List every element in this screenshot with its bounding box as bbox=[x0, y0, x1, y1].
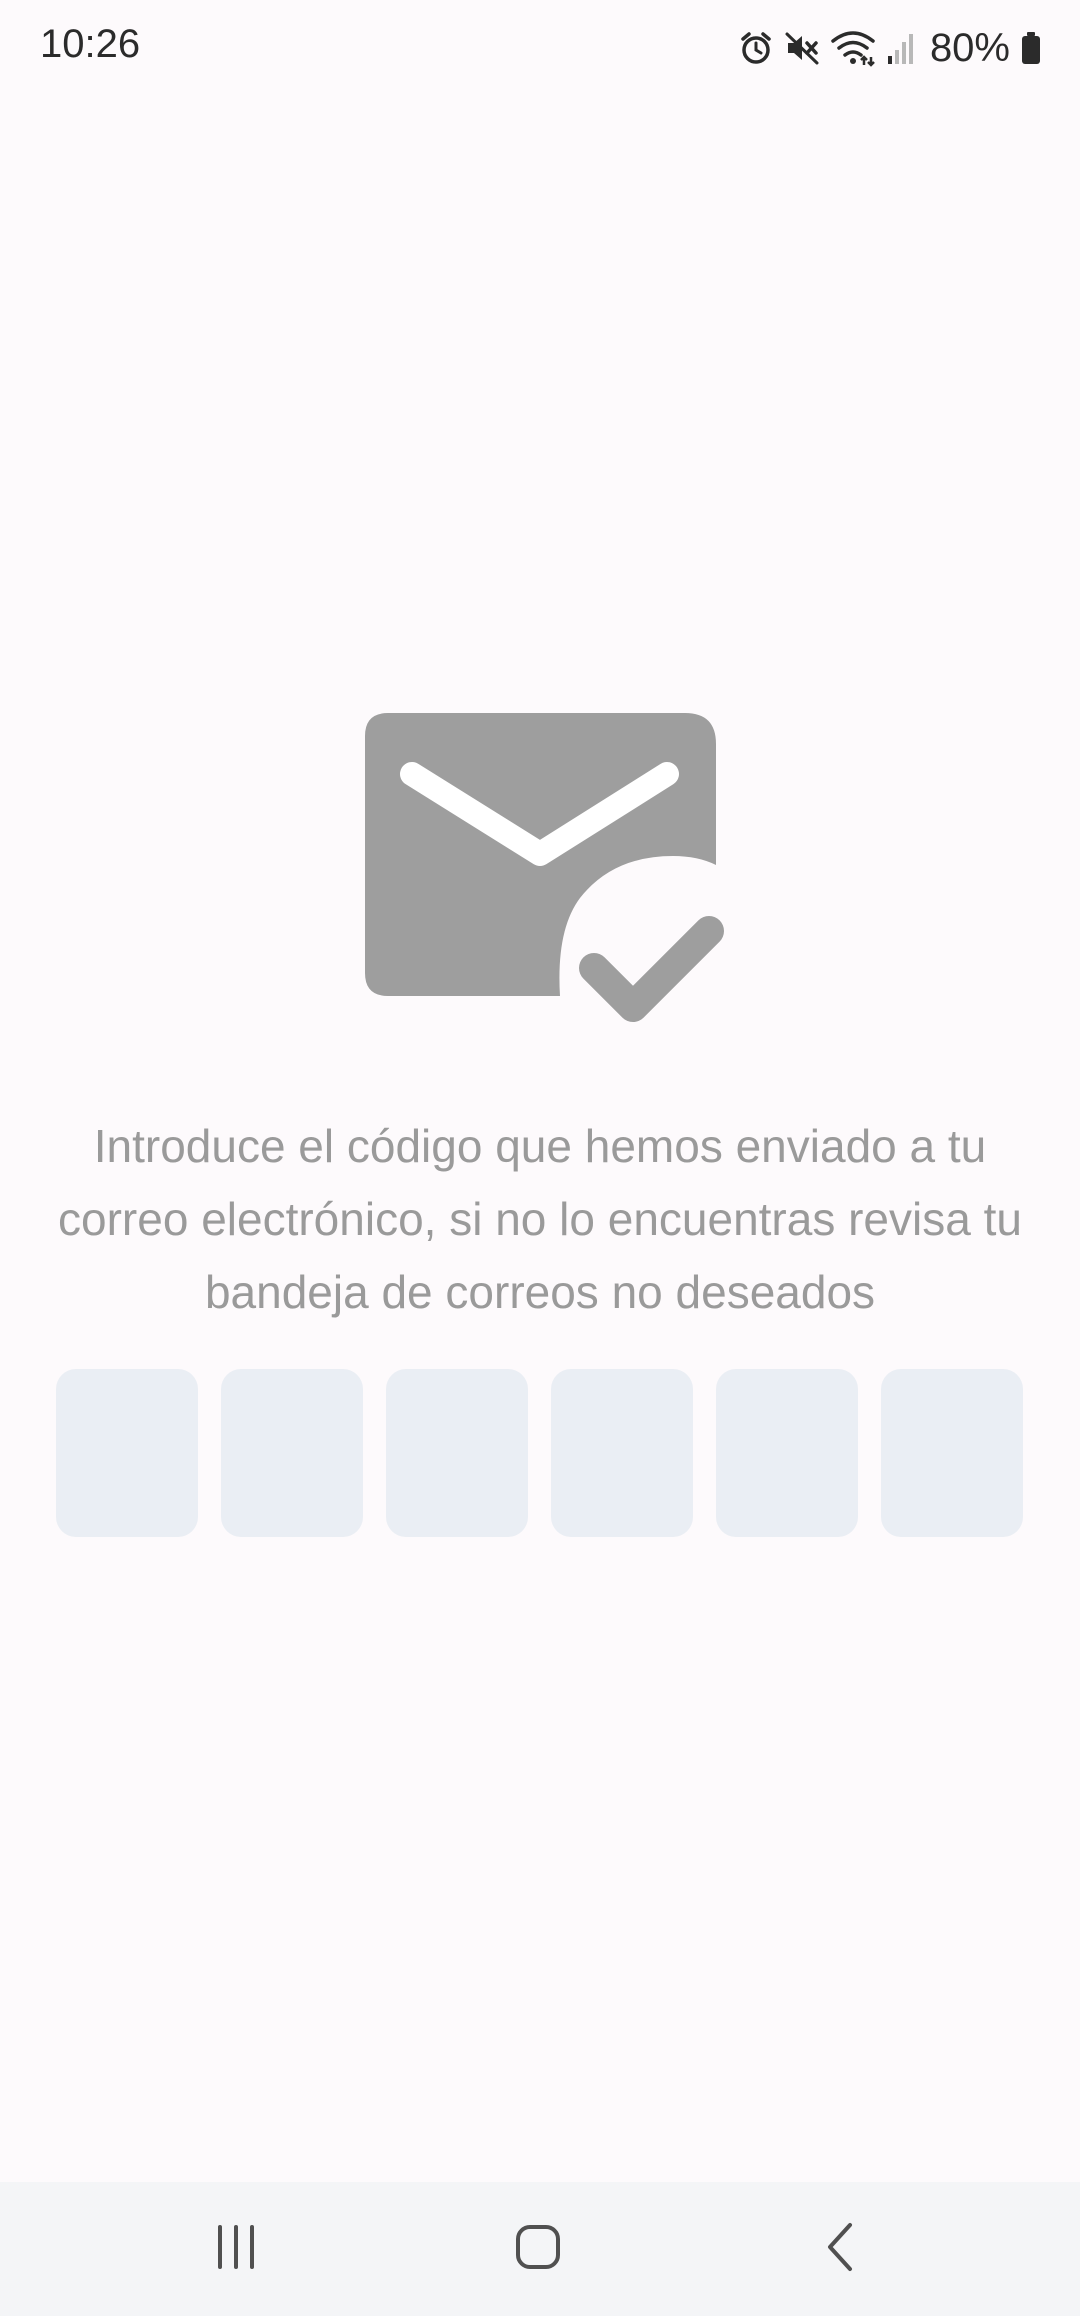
signal-icon bbox=[886, 30, 916, 66]
code-digit-1[interactable] bbox=[56, 1369, 198, 1537]
alarm-icon bbox=[738, 30, 774, 66]
recent-apps-icon bbox=[211, 2222, 261, 2277]
status-icons: 80% bbox=[738, 22, 1042, 74]
code-digit-2[interactable] bbox=[221, 1369, 363, 1537]
home-icon bbox=[513, 2222, 563, 2277]
back-button[interactable] bbox=[762, 2182, 922, 2316]
code-digit-5[interactable] bbox=[716, 1369, 858, 1537]
navigation-bar bbox=[0, 2182, 1080, 2316]
battery-icon bbox=[1020, 30, 1042, 66]
recent-apps-button[interactable] bbox=[156, 2182, 316, 2316]
mail-check-icon bbox=[358, 708, 738, 1028]
home-button[interactable] bbox=[458, 2182, 618, 2316]
instructions-text: Introduce el código que hemos enviado a … bbox=[58, 1120, 1022, 1318]
code-digit-4[interactable] bbox=[551, 1369, 693, 1537]
battery-percentage: 80% bbox=[929, 25, 1010, 70]
code-digit-3[interactable] bbox=[386, 1369, 528, 1537]
status-bar: 10:26 80% bbox=[0, 0, 1080, 100]
mute-icon bbox=[784, 30, 820, 66]
status-time: 10:26 bbox=[40, 22, 141, 66]
code-digit-6[interactable] bbox=[881, 1369, 1023, 1537]
verification-code-inputs bbox=[56, 1369, 1024, 1537]
wifi-icon bbox=[830, 29, 876, 67]
back-icon bbox=[817, 2222, 867, 2277]
